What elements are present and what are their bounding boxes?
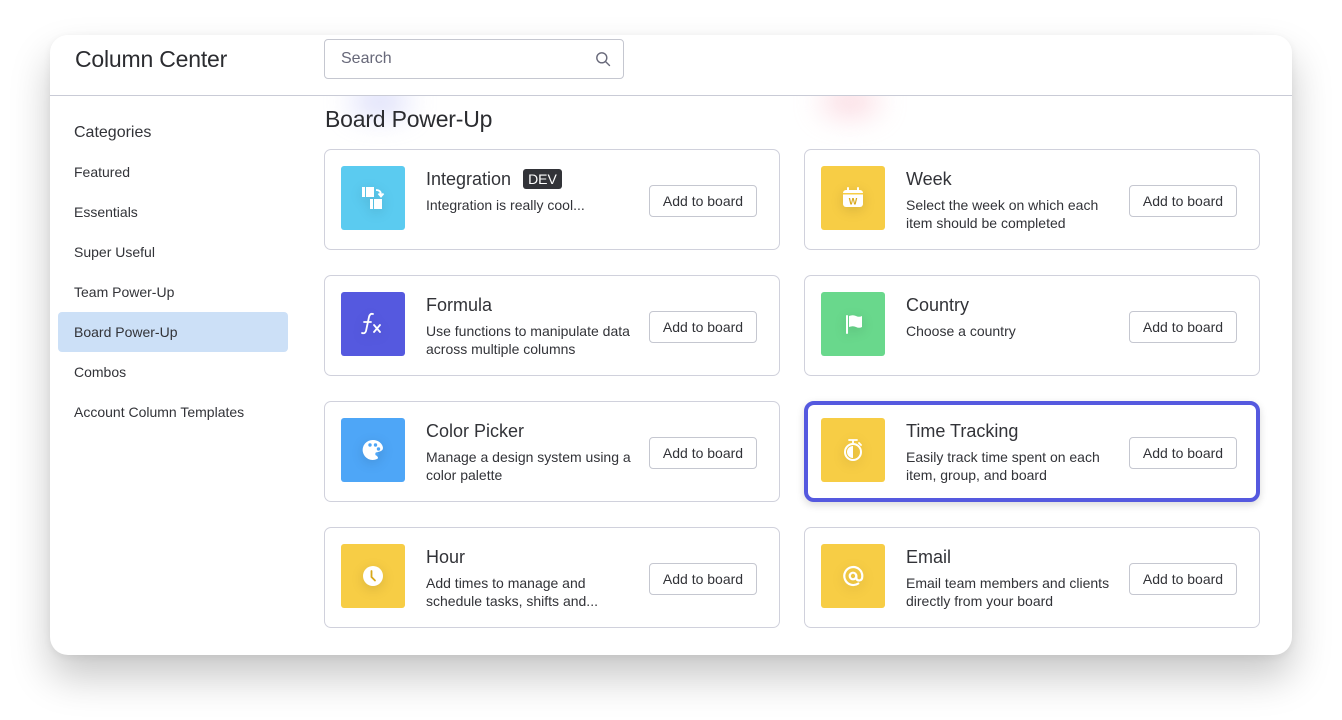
- main-content: Board Power-Up Integration DEV Integrati…: [324, 96, 1292, 655]
- search-input[interactable]: [341, 50, 581, 68]
- column-icon-tile: [341, 166, 405, 230]
- column-card-country[interactable]: Country Choose a country Add to board: [804, 275, 1260, 376]
- card-text: Color Picker Manage a design system usin…: [426, 420, 636, 484]
- card-title-text: Country: [906, 295, 970, 315]
- card-description: Integration is really cool...: [426, 197, 585, 213]
- card-title-text: Color Picker: [426, 421, 525, 441]
- card-description: Add times to manage and schedule tasks, …: [426, 575, 598, 609]
- column-icon-tile: [341, 418, 405, 482]
- category-team-power-up[interactable]: Team Power-Up: [58, 272, 288, 312]
- card-title: Hour: [426, 546, 636, 568]
- add-to-board-button[interactable]: Add to board: [649, 563, 757, 595]
- column-card-time-tracking[interactable]: Time Tracking Easily track time spent on…: [804, 401, 1260, 502]
- search-box[interactable]: [324, 39, 624, 79]
- card-description: Choose a country: [906, 323, 1016, 339]
- categories-heading: Categories: [74, 124, 152, 141]
- clock-icon: [363, 566, 383, 586]
- category-list: Featured Essentials Super Useful Team Po…: [58, 152, 288, 432]
- add-to-board-button[interactable]: Add to board: [649, 311, 757, 343]
- add-to-board-button[interactable]: Add to board: [1129, 185, 1237, 217]
- column-icon-tile: [821, 418, 885, 482]
- card-title: Email: [906, 546, 1116, 568]
- card-title-text: Formula: [426, 295, 493, 315]
- add-to-board-button[interactable]: Add to board: [649, 185, 757, 217]
- card-text: Formula Use functions to manipulate data…: [426, 294, 636, 358]
- categories-sidebar: Categories Featured Essentials Super Use…: [50, 96, 310, 655]
- at-sign-icon: [843, 565, 864, 587]
- category-featured[interactable]: Featured: [58, 152, 288, 192]
- category-board-power-up[interactable]: Board Power-Up: [58, 312, 288, 352]
- card-title: Color Picker: [426, 420, 636, 442]
- card-title-text: Integration: [426, 169, 512, 189]
- search-icon[interactable]: [595, 51, 611, 67]
- add-to-board-button[interactable]: Add to board: [1129, 563, 1237, 595]
- svg-text:W: W: [849, 197, 858, 207]
- card-description: Email team members and clients directly …: [906, 575, 1110, 609]
- card-title-text: Email: [906, 547, 952, 567]
- card-text: Time Tracking Easily track time spent on…: [906, 420, 1116, 484]
- column-card-formula[interactable]: Formula Use functions to manipulate data…: [324, 275, 780, 376]
- column-card-integration[interactable]: Integration DEV Integration is really co…: [324, 149, 780, 250]
- add-to-board-button[interactable]: Add to board: [649, 437, 757, 469]
- card-text: Country Choose a country: [906, 294, 1116, 340]
- app-title: Column Center: [75, 46, 228, 72]
- dev-badge: DEV: [523, 169, 562, 189]
- card-text: Integration DEV Integration is really co…: [426, 168, 636, 214]
- column-icon-tile: [821, 544, 885, 608]
- category-combos[interactable]: Combos: [58, 352, 288, 392]
- column-icon-tile: [341, 544, 405, 608]
- card-description: Easily track time spent on each item, gr…: [906, 449, 1100, 483]
- column-card-color-picker[interactable]: Color Picker Manage a design system usin…: [324, 401, 780, 502]
- column-card-hour[interactable]: Hour Add times to manage and schedule ta…: [324, 527, 780, 628]
- card-title: Time Tracking: [906, 420, 1116, 442]
- column-icon-tile: W: [821, 166, 885, 230]
- card-description: Select the week on which each item shoul…: [906, 197, 1099, 231]
- column-icon-tile: [341, 292, 405, 356]
- column-card-email[interactable]: Email Email team members and clients dir…: [804, 527, 1260, 628]
- category-essentials[interactable]: Essentials: [58, 192, 288, 232]
- add-to-board-button[interactable]: Add to board: [1129, 311, 1237, 343]
- card-title: Integration DEV: [426, 168, 636, 190]
- card-title: Week: [906, 168, 1116, 190]
- section-title: Board Power-Up: [325, 106, 493, 132]
- header: Column Center: [50, 35, 1292, 96]
- card-title: Country: [906, 294, 1116, 316]
- card-title: Formula: [426, 294, 636, 316]
- card-text: Week Select the week on which each item …: [906, 168, 1116, 232]
- add-to-board-button[interactable]: Add to board: [1129, 437, 1237, 469]
- category-super-useful[interactable]: Super Useful: [58, 232, 288, 272]
- palette-icon: [362, 439, 383, 460]
- card-text: Email Email team members and clients dir…: [906, 546, 1116, 610]
- column-center-dialog: Column Center Categories Featured Essent…: [50, 35, 1292, 655]
- integration-icon: [362, 187, 385, 209]
- flag-icon: [846, 315, 862, 334]
- stopwatch-icon: [844, 439, 862, 461]
- card-title-text: Week: [906, 169, 952, 189]
- column-cards-grid: Integration DEV Integration is really co…: [324, 149, 1260, 628]
- card-title-text: Hour: [426, 547, 466, 567]
- card-description: Manage a design system using a color pal…: [426, 449, 631, 483]
- calendar-week-icon: W: [843, 187, 863, 207]
- category-account-column-templates[interactable]: Account Column Templates: [58, 392, 288, 432]
- column-card-week[interactable]: W Week Select the week on which each ite…: [804, 149, 1260, 250]
- card-title-text: Time Tracking: [906, 421, 1019, 441]
- card-text: Hour Add times to manage and schedule ta…: [426, 546, 636, 610]
- card-description: Use functions to manipulate data across …: [426, 323, 630, 357]
- formula-icon: [361, 312, 381, 335]
- column-icon-tile: [821, 292, 885, 356]
